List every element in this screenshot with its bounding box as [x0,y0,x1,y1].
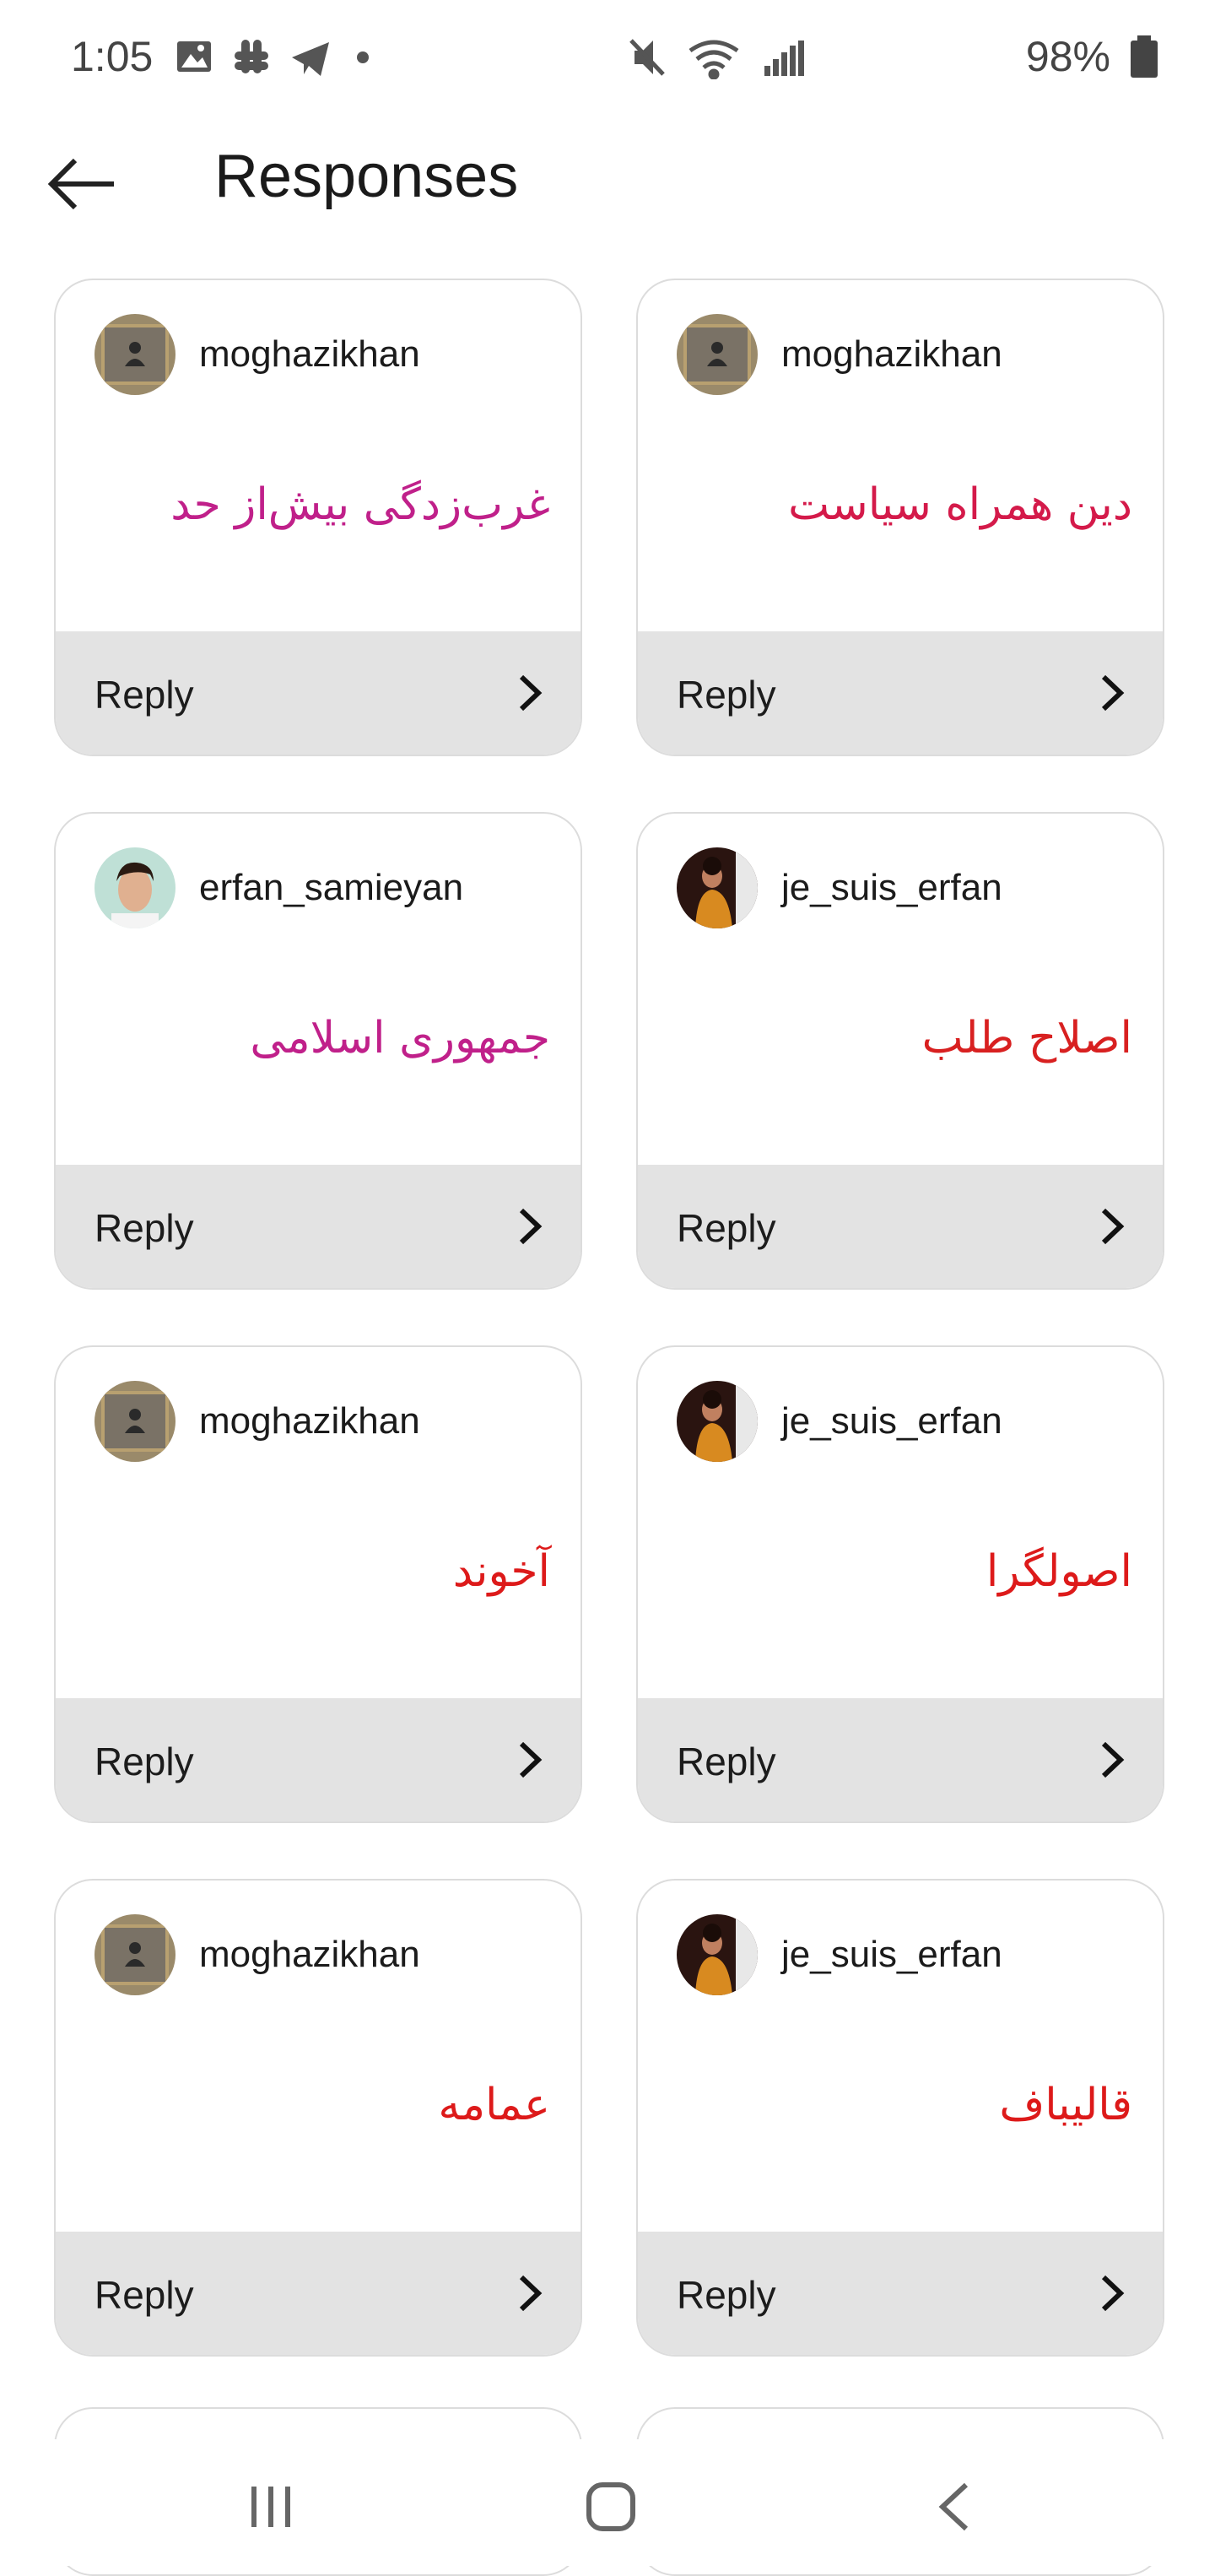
signal-icon [764,41,804,76]
reply-label: Reply [677,1206,776,1250]
username[interactable]: moghazikhan [199,1400,420,1442]
card-header: je_suis_erfan [677,1914,1002,1995]
username[interactable]: moghazikhan [781,333,1002,376]
card-header: moghazikhan [94,1381,420,1462]
reply-label: Reply [677,673,776,717]
reply-button[interactable]: Reply [638,2232,1163,2355]
response-text: غرب‌زدگی بیش‌از حد [170,479,550,530]
back-icon [938,2482,969,2531]
avatar-icon [677,1914,758,1995]
username[interactable]: erfan_samieyan [199,867,463,909]
response-text: قالیباف [999,2080,1132,2130]
dot-icon [357,51,369,63]
recent-apps-icon [251,2487,290,2527]
wifi-icon [688,40,739,79]
reply-button[interactable]: Reply [638,1165,1163,1288]
responses-grid: moghazikhan غرب‌زدگی بیش‌از حد Reply moghaz… [54,279,1168,2357]
avatar[interactable] [677,314,758,395]
image-icon [177,41,211,72]
response-card[interactable]: moghazikhan غرب‌زدگی بیش‌از حد Reply [54,279,582,756]
home-icon [586,2482,635,2531]
reply-button[interactable]: Reply [56,2232,580,2355]
chevron-right-icon [519,1741,543,1778]
back-button[interactable] [44,150,120,218]
avatar[interactable] [94,1914,176,1995]
recent-apps-button[interactable] [221,2473,322,2541]
telegram-icon [292,42,329,76]
chevron-right-icon [1101,1741,1125,1778]
username[interactable]: je_suis_erfan [781,1934,1002,1976]
response-card[interactable]: moghazikhan دین همراه سیاست Reply [636,279,1164,756]
mute-icon [629,39,665,76]
nav-bar [0,2439,1215,2566]
avatar[interactable] [677,1914,758,1995]
home-button[interactable] [560,2473,662,2541]
page-title: Responses [214,143,519,210]
header: Responses [0,127,1215,236]
response-card[interactable]: moghazikhan آخوند Reply [54,1345,582,1823]
response-text: اصلاح طلب [921,1013,1132,1063]
status-left-icons [177,37,380,79]
avatar-icon [677,1381,758,1462]
avatar-icon [94,1914,176,1995]
chevron-right-icon [519,2275,543,2312]
reply-label: Reply [94,2273,194,2317]
response-text: دین همراه سیاست [788,479,1132,530]
reply-label: Reply [94,1206,194,1250]
avatar[interactable] [677,1381,758,1462]
response-card[interactable]: erfan_samieyan جمهوری اسلامی Reply [54,812,582,1290]
avatar-icon [94,1381,176,1462]
card-header: moghazikhan [94,314,420,395]
avatar[interactable] [94,1381,176,1462]
response-text: جمهوری اسلامی [250,1013,550,1063]
reply-label: Reply [94,673,194,717]
chevron-right-icon [519,674,543,712]
reply-button[interactable]: Reply [638,631,1163,755]
chevron-right-icon [1101,2275,1125,2312]
avatar-icon [94,847,176,928]
chevron-right-icon [519,1208,543,1245]
response-card[interactable]: je_suis_erfan قالیباف Reply [636,1879,1164,2357]
response-text: آخوند [452,1546,550,1597]
avatar[interactable] [94,314,176,395]
response-card[interactable]: je_suis_erfan اصلاح طلب Reply [636,812,1164,1290]
avatar-icon [94,314,176,395]
username[interactable]: moghazikhan [199,1934,420,1976]
username[interactable]: moghazikhan [199,333,420,376]
username[interactable]: je_suis_erfan [781,867,1002,909]
avatar[interactable] [677,847,758,928]
card-header: je_suis_erfan [677,847,1002,928]
response-card[interactable]: moghazikhan عمامه Reply [54,1879,582,2357]
avatar[interactable] [94,847,176,928]
reply-label: Reply [677,1740,776,1783]
nav-back-button[interactable] [903,2473,1004,2541]
arrow-left-icon [47,158,114,210]
chevron-right-icon [1101,1208,1125,1245]
reply-label: Reply [94,1740,194,1783]
card-header: erfan_samieyan [94,847,463,928]
reply-button[interactable]: Reply [56,1165,580,1288]
response-text: اصولگرا [986,1546,1132,1597]
response-card[interactable]: je_suis_erfan اصولگرا Reply [636,1345,1164,1823]
card-header: je_suis_erfan [677,1381,1002,1462]
reply-button[interactable]: Reply [56,1698,580,1821]
slack-icon [235,40,268,73]
chevron-right-icon [1101,674,1125,712]
card-header: moghazikhan [94,1914,420,1995]
reply-button[interactable]: Reply [56,631,580,755]
card-header: moghazikhan [677,314,1002,395]
avatar-icon [677,847,758,928]
response-text: عمامه [438,2080,550,2130]
reply-button[interactable]: Reply [638,1698,1163,1821]
avatar-icon [677,314,758,395]
battery-text: 98% [1025,33,1110,80]
battery-icon [1131,35,1158,78]
reply-label: Reply [677,2273,776,2317]
status-time: 1:05 [71,33,154,80]
status-bar: 1:05 98% [0,0,1215,118]
username[interactable]: je_suis_erfan [781,1400,1002,1442]
